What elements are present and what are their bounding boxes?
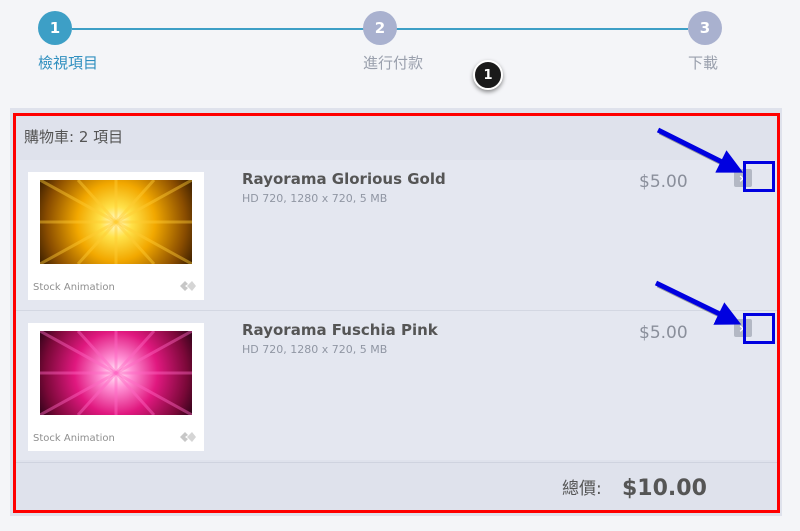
logo-icon — [180, 432, 196, 442]
item-thumbnail[interactable]: Stock Animation — [28, 323, 204, 451]
item-meta: HD 720, 1280 x 720, 5 MB — [242, 343, 388, 356]
total-divider — [16, 462, 778, 463]
stepper-connector — [72, 28, 364, 30]
item-thumbnail[interactable]: Stock Animation — [28, 172, 204, 300]
thumbnail-caption: Stock Animation — [33, 282, 115, 293]
total-value: $10.00 — [622, 476, 707, 501]
item-price: $5.00 — [639, 323, 688, 343]
pink-rays-image — [40, 331, 192, 415]
remove-item-button[interactable]: × — [734, 169, 752, 187]
cart-header: 購物車: 2 項目 — [24, 128, 124, 146]
thumbnail-caption: Stock Animation — [33, 433, 115, 444]
item-price: $5.00 — [639, 172, 688, 192]
logo-icon — [180, 281, 196, 291]
item-meta: HD 720, 1280 x 720, 5 MB — [242, 192, 388, 205]
cart-item: Stock Animation Rayorama Fuschia Pink HD… — [16, 310, 778, 460]
remove-item-button[interactable]: × — [734, 319, 752, 337]
gold-rays-image — [40, 180, 192, 264]
step-3-circle: 3 — [688, 11, 722, 45]
step-1-label[interactable]: 檢視項目 — [38, 52, 98, 73]
total-label: 總價: — [562, 479, 602, 499]
cart-item: Stock Animation Rayorama Glorious Gold H… — [16, 160, 778, 310]
step-3-label: 下載 — [688, 54, 719, 72]
step-2-label: 進行付款 — [363, 54, 424, 72]
annotation-marker: 1 — [473, 60, 503, 90]
checkout-stepper: 1 檢視項目 2 進行付款 3 下載 — [0, 0, 800, 100]
stepper-connector — [396, 28, 688, 30]
step-1-circle[interactable]: 1 — [38, 11, 72, 45]
item-title[interactable]: Rayorama Glorious Gold — [242, 170, 446, 188]
step-2-circle: 2 — [363, 11, 397, 45]
item-title[interactable]: Rayorama Fuschia Pink — [242, 321, 438, 339]
